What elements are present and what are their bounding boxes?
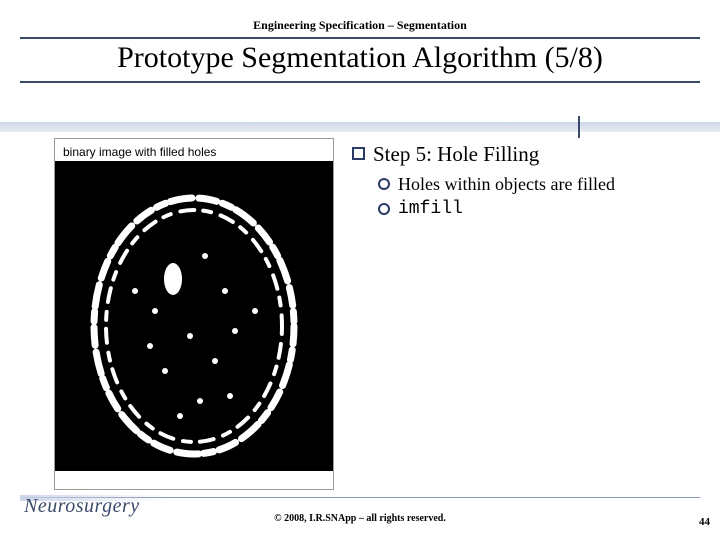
- slide-title: Prototype Segmentation Algorithm (5/8): [0, 39, 720, 81]
- page-number: 44: [699, 516, 710, 528]
- accent-bar: [0, 122, 720, 132]
- circle-bullet-icon: [378, 203, 390, 215]
- rule-bottom: [20, 81, 700, 83]
- sub-bullet-2-code: imfill: [398, 198, 463, 221]
- circle-bullet-icon: [378, 178, 390, 190]
- content-area: binary image with filled holes: [54, 138, 666, 490]
- sub-bullet-1: Holes within objects are filled: [398, 173, 615, 196]
- step-title: Step 5: Hole Filling: [373, 142, 539, 167]
- accent-notch: [578, 116, 580, 138]
- pretitle: Engineering Specification – Segmentation: [0, 18, 720, 33]
- figure-box: binary image with filled holes: [54, 138, 334, 490]
- bullet-level2: imfill: [378, 198, 666, 221]
- bullet-level1: Step 5: Hole Filling: [352, 142, 666, 167]
- bullet-level2: Holes within objects are filled: [378, 173, 666, 196]
- square-bullet-icon: [352, 147, 365, 160]
- figure-caption: binary image with filled holes: [55, 139, 333, 161]
- bullet-list: Step 5: Hole Filling Holes within object…: [352, 138, 666, 490]
- copyright-text: © 2008, I.R.SNApp – all rights reserved.: [0, 513, 720, 524]
- slide-header: Engineering Specification – Segmentation…: [0, 0, 720, 83]
- figure-image: [55, 161, 333, 471]
